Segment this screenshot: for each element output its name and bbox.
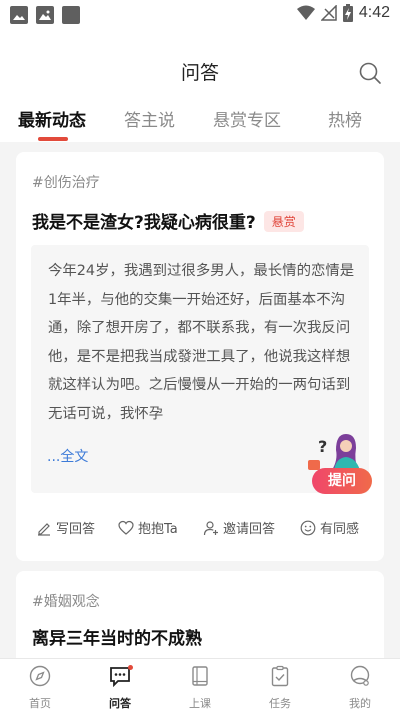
- image-notification-icon: [36, 6, 54, 24]
- tab-answerers[interactable]: 答主说: [124, 106, 175, 131]
- bottom-navigation: 首页 问答 上课 任务 我的: [0, 658, 400, 711]
- question-card-2[interactable]: #婚姻观念 离异三年当时的不成熟: [16, 571, 384, 671]
- nav-class-label: 上课: [189, 697, 211, 710]
- ask-question-fab[interactable]: ? 提问: [306, 430, 376, 498]
- ask-button-label: 提问: [312, 468, 372, 494]
- nav-qa-label: 问答: [109, 697, 131, 710]
- hug-button[interactable]: 抱抱Ta: [118, 518, 178, 537]
- heart-icon: [118, 520, 134, 535]
- compass-icon: [29, 665, 51, 687]
- clock: 4:42: [358, 4, 390, 21]
- nav-profile-label: 我的: [349, 697, 371, 710]
- write-answer-label: 写回答: [56, 522, 96, 537]
- question-card[interactable]: #创伤治疗 我是不是渣女?我疑心病很重? 悬赏 今年24岁，我遇到过很多男人，最长…: [16, 152, 384, 561]
- nav-class[interactable]: 上课: [170, 665, 230, 711]
- card-actions: 写回答 抱抱Ta 邀请回答 有同感: [16, 518, 384, 540]
- active-tab-indicator: [38, 137, 68, 141]
- question-excerpt: 今年24岁，我遇到过很多男人，最长情的恋情是1年半，与他的交集一开始还好，后面基…: [48, 263, 355, 422]
- tab-bounty[interactable]: 悬赏专区: [213, 106, 281, 131]
- tab-hot[interactable]: 热榜: [328, 106, 362, 131]
- question-mark: ?: [318, 437, 327, 456]
- battery-charging-icon: [342, 4, 353, 22]
- app-header: 问答: [0, 30, 400, 100]
- nav-qa[interactable]: 问答: [90, 665, 150, 711]
- notification-icons: [10, 6, 80, 24]
- person-add-icon: [203, 520, 218, 535]
- book-icon: [192, 666, 208, 686]
- agree-label: 有同感: [320, 522, 360, 537]
- topic-tag[interactable]: #创伤治疗: [32, 172, 100, 192]
- question-title-2[interactable]: 离异三年当时的不成熟: [32, 624, 202, 649]
- nav-tasks-label: 任务: [269, 697, 291, 710]
- clipboard-check-icon: [271, 665, 289, 687]
- bounty-badge: 悬赏: [263, 211, 304, 232]
- search-icon[interactable]: [358, 61, 382, 85]
- invite-answer-label: 邀请回答: [223, 522, 276, 537]
- nav-home[interactable]: 首页: [10, 665, 70, 711]
- pencil-icon: [38, 522, 50, 536]
- gallery-notification-icon: [10, 6, 28, 24]
- hug-label: 抱抱Ta: [138, 522, 178, 537]
- topic-tag-2[interactable]: #婚姻观念: [32, 591, 100, 611]
- no-signal-icon: [320, 5, 337, 21]
- agree-button[interactable]: 有同感: [300, 518, 359, 537]
- write-answer-button[interactable]: 写回答: [36, 518, 95, 537]
- tab-bar: 最新动态 答主说 悬赏专区 热榜: [0, 100, 400, 142]
- app-notification-icon: [62, 6, 80, 24]
- nav-profile[interactable]: 我的: [330, 665, 390, 711]
- question-title-text: 我是不是渣女?我疑心病很重?: [32, 213, 256, 233]
- smile-icon: [300, 520, 316, 535]
- wifi-icon: [296, 5, 315, 20]
- invite-answer-button[interactable]: 邀请回答: [203, 518, 275, 537]
- nav-home-label: 首页: [29, 697, 51, 710]
- read-more-link[interactable]: ...全文: [47, 446, 88, 466]
- question-title[interactable]: 我是不是渣女?我疑心病很重? 悬赏: [32, 208, 304, 233]
- status-bar: 4:42: [0, 0, 400, 30]
- profile-icon: [350, 665, 370, 686]
- active-dot: [128, 665, 133, 670]
- nav-tasks[interactable]: 任务: [250, 665, 310, 711]
- tab-latest[interactable]: 最新动态: [18, 106, 86, 131]
- page-title: 问答: [180, 62, 219, 84]
